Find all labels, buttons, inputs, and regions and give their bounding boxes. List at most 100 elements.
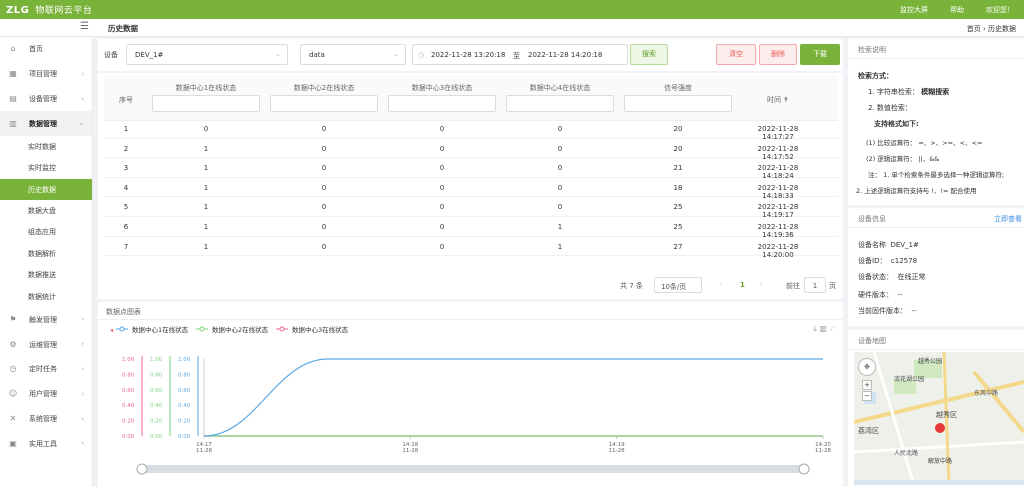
sidebar-item-ops[interactable]: ⚙ 运维管理 › [0, 332, 92, 357]
column-filter-input[interactable] [270, 95, 378, 112]
table-cell: 0 [557, 125, 563, 133]
sidebar-item-label: 定时任务 [29, 365, 57, 374]
table-row[interactable]: 4 1 0 0 0 18 2022-11-28 14:18:33 [104, 178, 838, 200]
y-tick-label: 0.40 [150, 403, 163, 409]
page-size-select[interactable]: 10条/页 [654, 277, 702, 293]
table-cell: 0 [557, 203, 563, 212]
table-cell: 0 [439, 164, 445, 173]
map-pan-control[interactable]: ✥ [858, 358, 876, 376]
page-input[interactable]: 1 [804, 277, 826, 293]
submenu-item[interactable]: 组态应用 [0, 222, 92, 243]
table-row[interactable]: 6 1 0 0 1 25 2022-11-28 14:19:36 [104, 217, 838, 239]
user-icon: ☺ [8, 389, 18, 399]
hw-version: -- [897, 291, 903, 299]
x-tick-date: 11-28 [815, 448, 831, 454]
table-row[interactable]: 1 0 0 0 0 20 2022-11-28 14:17:27 [104, 119, 838, 141]
clock-icon: ◷ [418, 51, 425, 59]
table-cell: 0 [439, 183, 445, 192]
sidebar-collapse-icon[interactable]: ☰ [80, 21, 89, 32]
prev-page-icon[interactable]: ‹ [720, 280, 723, 288]
delete-button[interactable]: 删除 [759, 44, 797, 65]
page-number[interactable]: 1 [740, 281, 745, 289]
submenu-item[interactable]: 数据统计 [0, 286, 92, 307]
table-cell: 3 [123, 164, 129, 173]
y-tick-label: 0.20 [122, 419, 135, 425]
map-area[interactable]: ✥ + − 流花湖公园 越秀公园 越秀区 荔湾区 解放中路 东风中路 人民北路 [854, 352, 1024, 485]
submenu-item[interactable]: 历史数据 [0, 178, 92, 201]
device-id-label: 设备ID： [858, 257, 887, 265]
device-name-label: 设备名称 [858, 241, 886, 249]
zoom-in-button[interactable]: + [862, 380, 872, 390]
sidebar: ⌂ 首页 ▦ 项目管理 › ▤ 设备管理 › ▥ 数据管理 ⌄ 实时数据 实时监控 历史数据 数据大盘 组态应… [0, 37, 93, 487]
top-nav-user[interactable]: 欢迎您！ [986, 5, 1014, 15]
device-id: c12578 [890, 257, 918, 265]
submenu-item[interactable]: 实时数据 [0, 136, 92, 157]
table-cell: 0 [439, 203, 445, 212]
sidebar-item-project[interactable]: ▦ 项目管理 › [0, 62, 92, 87]
search-help-l2: 2. 数值检索： [868, 104, 912, 112]
top-nav-monitor[interactable]: 监控大屏 [900, 5, 928, 15]
ops-icon: ⚙ [9, 339, 17, 349]
sidebar-item-task[interactable]: ◷ 定时任务 › [0, 357, 92, 382]
search-help-l1: 1. 字符串检索： [868, 88, 919, 96]
goto-label: 前往 [786, 282, 800, 290]
data-icon: ▥ [9, 118, 17, 128]
sidebar-item-device[interactable]: ▤ 设备管理 › [0, 87, 92, 112]
start-time[interactable]: 2022-11-28 13:20:18 [431, 51, 505, 59]
chevron-icon: › [81, 439, 84, 448]
breadcrumb[interactable]: 首页 › 历史数据 [967, 24, 1016, 34]
zoom-slider-handle-right [798, 463, 810, 475]
table-row[interactable]: 3 1 0 0 0 21 2022-11-28 14:18:24 [104, 158, 838, 180]
submenu-item[interactable]: 数据大盘 [0, 200, 92, 221]
table-row[interactable]: 2 1 0 0 0 20 2022-11-28 14:17:52 [104, 139, 838, 161]
date-range-picker[interactable]: ◷ 2022-11-28 13:20:18 至 2022-11-28 14:20… [412, 44, 628, 65]
table-cell: 0 [439, 144, 445, 153]
column-filter-input[interactable] [152, 95, 260, 112]
sidebar-item-system[interactable]: ✕ 系统管理 › [0, 407, 92, 432]
table-cell: 6 [123, 223, 129, 231]
sidebar-item-user[interactable]: ☺ 用户管理 › [0, 382, 92, 407]
table-cell: 0 [203, 125, 209, 133]
table-cell: 0 [557, 164, 563, 173]
zoom-slider-track [138, 465, 808, 473]
column-filter-input[interactable] [506, 95, 614, 112]
submenu-item[interactable]: 数据推送 [0, 265, 92, 286]
fw-version-label: 当前固件版本： [858, 307, 907, 315]
search-help-l4: (1) 比较运算符： =、>、>=、<、<= [866, 139, 983, 147]
view-now-link[interactable]: 立即查看 [994, 214, 1022, 224]
sidebar-item-tools[interactable]: ▣ 实用工具 › [0, 431, 92, 456]
download-button[interactable]: 下载 [800, 44, 840, 65]
device-select[interactable]: DEV_1# ⌄ [126, 44, 288, 65]
submenu-item[interactable]: 实时监控 [0, 158, 92, 179]
column-filter-input[interactable] [624, 95, 732, 112]
next-page-icon[interactable]: › [760, 280, 763, 288]
search-help-l3: 支持格式如下: [874, 120, 919, 128]
clear-button[interactable]: 清空 [716, 44, 756, 65]
sidebar-item-label: 数据管理 [29, 119, 57, 128]
submenu-item[interactable]: 数据解析 [0, 243, 92, 264]
chart-title: 数据点图表 [106, 308, 141, 316]
trigger-icon: ⚑ [9, 314, 17, 324]
sidebar-item-data[interactable]: ▥ 数据管理 ⌄ [0, 111, 92, 137]
table-cell: 27 [673, 242, 683, 251]
table-row[interactable]: 5 1 0 0 0 25 2022-11-28 14:19:17 [104, 197, 838, 219]
column-header: 数据中心2在线状态 [293, 84, 355, 92]
column-header[interactable]: 时间 ↟ [743, 95, 813, 105]
search-help-panel: 检索说明 检索方式： 1. 字符串检索： 模糊搜索 2. 数值检索： 支持格式如… [848, 39, 1024, 205]
zoom-out-button[interactable]: − [862, 391, 872, 401]
top-nav-help[interactable]: 帮助 [950, 5, 964, 15]
chevron-down-icon: ⌄ [393, 50, 399, 58]
column-filter-input[interactable] [388, 95, 496, 112]
table-cell: 1 [203, 203, 209, 212]
table-cell: 2022-11-28 14:20:00 [757, 242, 799, 259]
sidebar-item-trigger[interactable]: ⚑ 触发管理 › [0, 307, 92, 332]
map-label: 荔湾区 [858, 427, 879, 435]
datatype-select[interactable]: data ⌄ [300, 44, 406, 65]
search-button[interactable]: 搜索 [630, 44, 668, 65]
search-help-heading: 检索方式： [858, 72, 893, 80]
device-status: 在线正常 [897, 273, 926, 281]
device-map-title: 设备地图 [848, 330, 1024, 350]
end-time[interactable]: 2022-11-28 14:20:18 [528, 51, 602, 59]
table-row[interactable]: 7 1 0 0 1 27 2022-11-28 14:20:00 [104, 237, 838, 259]
sidebar-item-home[interactable]: ⌂ 首页 [0, 37, 92, 62]
